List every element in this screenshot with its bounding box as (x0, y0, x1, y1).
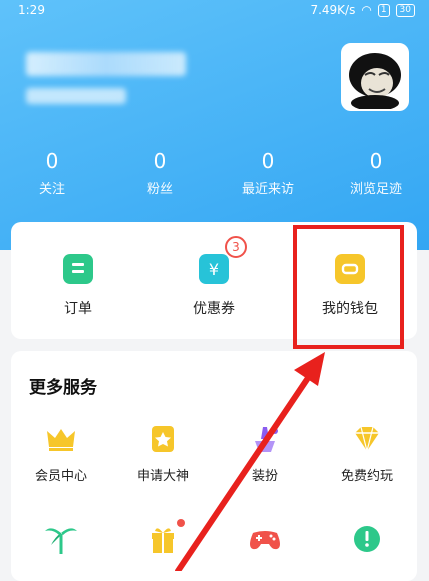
service-label: 装扮 (251, 469, 278, 484)
brush-icon (245, 423, 285, 455)
service-member-center[interactable]: 会员中心 (11, 423, 111, 484)
stat-following[interactable]: 0 关注 (2, 148, 102, 197)
stat-browse-history[interactable]: 0 浏览足迹 (326, 148, 426, 197)
avatar-meme-face-icon (343, 45, 407, 109)
gamepad-icon (245, 523, 285, 555)
diamond-icon (347, 423, 387, 455)
alert-icon (347, 523, 387, 555)
star-badge-icon (143, 423, 183, 455)
stat-value: 0 (153, 149, 167, 173)
quick-action-label: 优惠券 (193, 301, 235, 317)
order-icon (63, 254, 93, 284)
service-label: 会员中心 (34, 469, 87, 484)
service-free-play[interactable]: 免费约玩 (317, 423, 417, 484)
gift-icon (143, 519, 185, 555)
network-speed: 7.49K/s (310, 3, 356, 17)
stat-label: 关注 (38, 182, 65, 197)
section-title: 更多服务 (29, 378, 97, 398)
service-item-6[interactable] (113, 519, 213, 555)
service-item-5[interactable] (11, 523, 111, 555)
coupon-icon: ¥ 3 (199, 236, 247, 284)
status-bar: 1:29 7.49K/s ◠ 1 30 (0, 0, 429, 22)
service-item-7[interactable] (215, 523, 315, 555)
avatar[interactable] (341, 43, 409, 111)
status-right: 7.49K/s ◠ 1 30 (310, 3, 415, 17)
service-apply-master[interactable]: 申请大神 (113, 423, 213, 484)
stat-value: 0 (369, 149, 383, 173)
sim-icon: 1 (377, 3, 390, 17)
more-services-card: 更多服务 会员中心 申请大神 装扮 免费约玩 (11, 351, 417, 581)
stat-label: 最近来访 (241, 182, 294, 197)
stat-label: 浏览足迹 (349, 182, 402, 197)
user-id-blurred (26, 88, 126, 104)
service-label: 申请大神 (136, 469, 189, 484)
status-time: 1:29 (18, 3, 45, 17)
service-dress-up[interactable]: 装扮 (215, 423, 315, 484)
svg-text:¥: ¥ (209, 260, 219, 279)
battery-icon: 30 (395, 3, 415, 17)
quick-action-coupons[interactable]: ¥ 3 优惠券 (159, 236, 269, 318)
stat-fans[interactable]: 0 粉丝 (110, 148, 210, 197)
notification-dot (177, 519, 185, 527)
stat-label: 粉丝 (146, 182, 173, 197)
profile-header (0, 0, 429, 250)
stat-value: 0 (261, 149, 275, 173)
stat-recent-visitors[interactable]: 0 最近来访 (218, 148, 318, 197)
palm-tree-icon (41, 523, 81, 555)
service-item-8[interactable] (317, 523, 417, 555)
service-label: 免费约玩 (340, 469, 393, 484)
quick-action-orders[interactable]: 订单 (23, 254, 133, 318)
wallet-highlight-box (293, 225, 404, 349)
coupon-count-badge: 3 (225, 236, 247, 258)
username-blurred[interactable] (26, 52, 186, 76)
crown-icon (41, 423, 81, 455)
quick-action-label: 订单 (64, 301, 92, 317)
stat-value: 0 (45, 149, 59, 173)
wifi-icon: ◠ (361, 3, 372, 17)
